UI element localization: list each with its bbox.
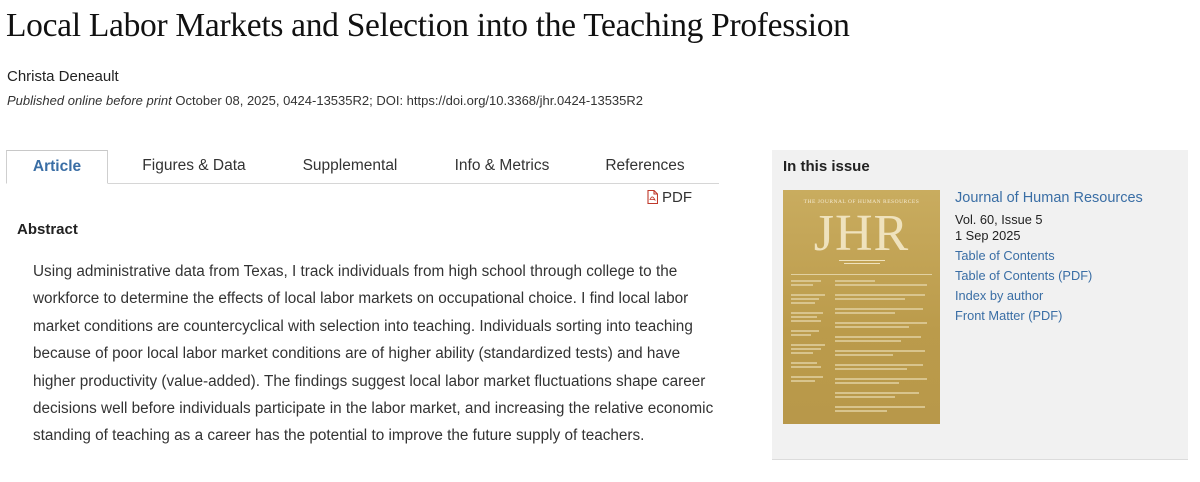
journal-name-link[interactable]: Journal of Human Resources: [955, 190, 1143, 206]
published-label: Published online before print: [7, 93, 172, 108]
author-name: Christa Deneault: [7, 68, 119, 85]
journal-cover-image[interactable]: THE JOURNAL OF HUMAN RESOURCES JHR: [783, 190, 940, 424]
pdf-link[interactable]: PDF: [647, 188, 692, 208]
publication-info: Published online before print October 08…: [7, 92, 643, 110]
cover-contents-column: [835, 280, 931, 414]
tab-info-metrics[interactable]: Info & Metrics: [442, 150, 562, 182]
in-this-issue-heading: In this issue: [783, 158, 870, 175]
tab-references[interactable]: References: [590, 150, 700, 182]
in-this-issue-panel: In this issue THE JOURNAL OF HUMAN RESOU…: [772, 150, 1188, 460]
cover-rule: [791, 274, 932, 275]
cover-volume-line: [783, 260, 940, 264]
tab-supplemental[interactable]: Supplemental: [290, 150, 410, 182]
table-of-contents-link[interactable]: Table of Contents: [955, 248, 1055, 264]
index-by-author-link[interactable]: Index by author: [955, 288, 1043, 304]
cover-editors-column: [791, 280, 829, 384]
pdf-label: PDF: [662, 189, 692, 206]
volume-issue: Vol. 60, Issue 5: [955, 212, 1043, 227]
published-details: October 08, 2025, 0424-13535R2; DOI: htt…: [175, 93, 644, 108]
tab-figures-data[interactable]: Figures & Data: [134, 150, 254, 182]
article-title: Local Labor Markets and Selection into t…: [6, 7, 850, 44]
table-of-contents-pdf-link[interactable]: Table of Contents (PDF): [955, 268, 1092, 284]
pdf-file-icon: [647, 189, 659, 205]
abstract-heading: Abstract: [17, 221, 78, 238]
front-matter-pdf-link[interactable]: Front Matter (PDF): [955, 308, 1062, 324]
cover-logo: JHR: [813, 205, 910, 262]
issue-date: 1 Sep 2025: [955, 228, 1021, 243]
abstract-text: Using administrative data from Texas, I …: [33, 263, 714, 445]
tab-article[interactable]: Article: [6, 150, 108, 184]
article-tabs: Article Figures & Data Supplemental Info…: [6, 150, 719, 184]
